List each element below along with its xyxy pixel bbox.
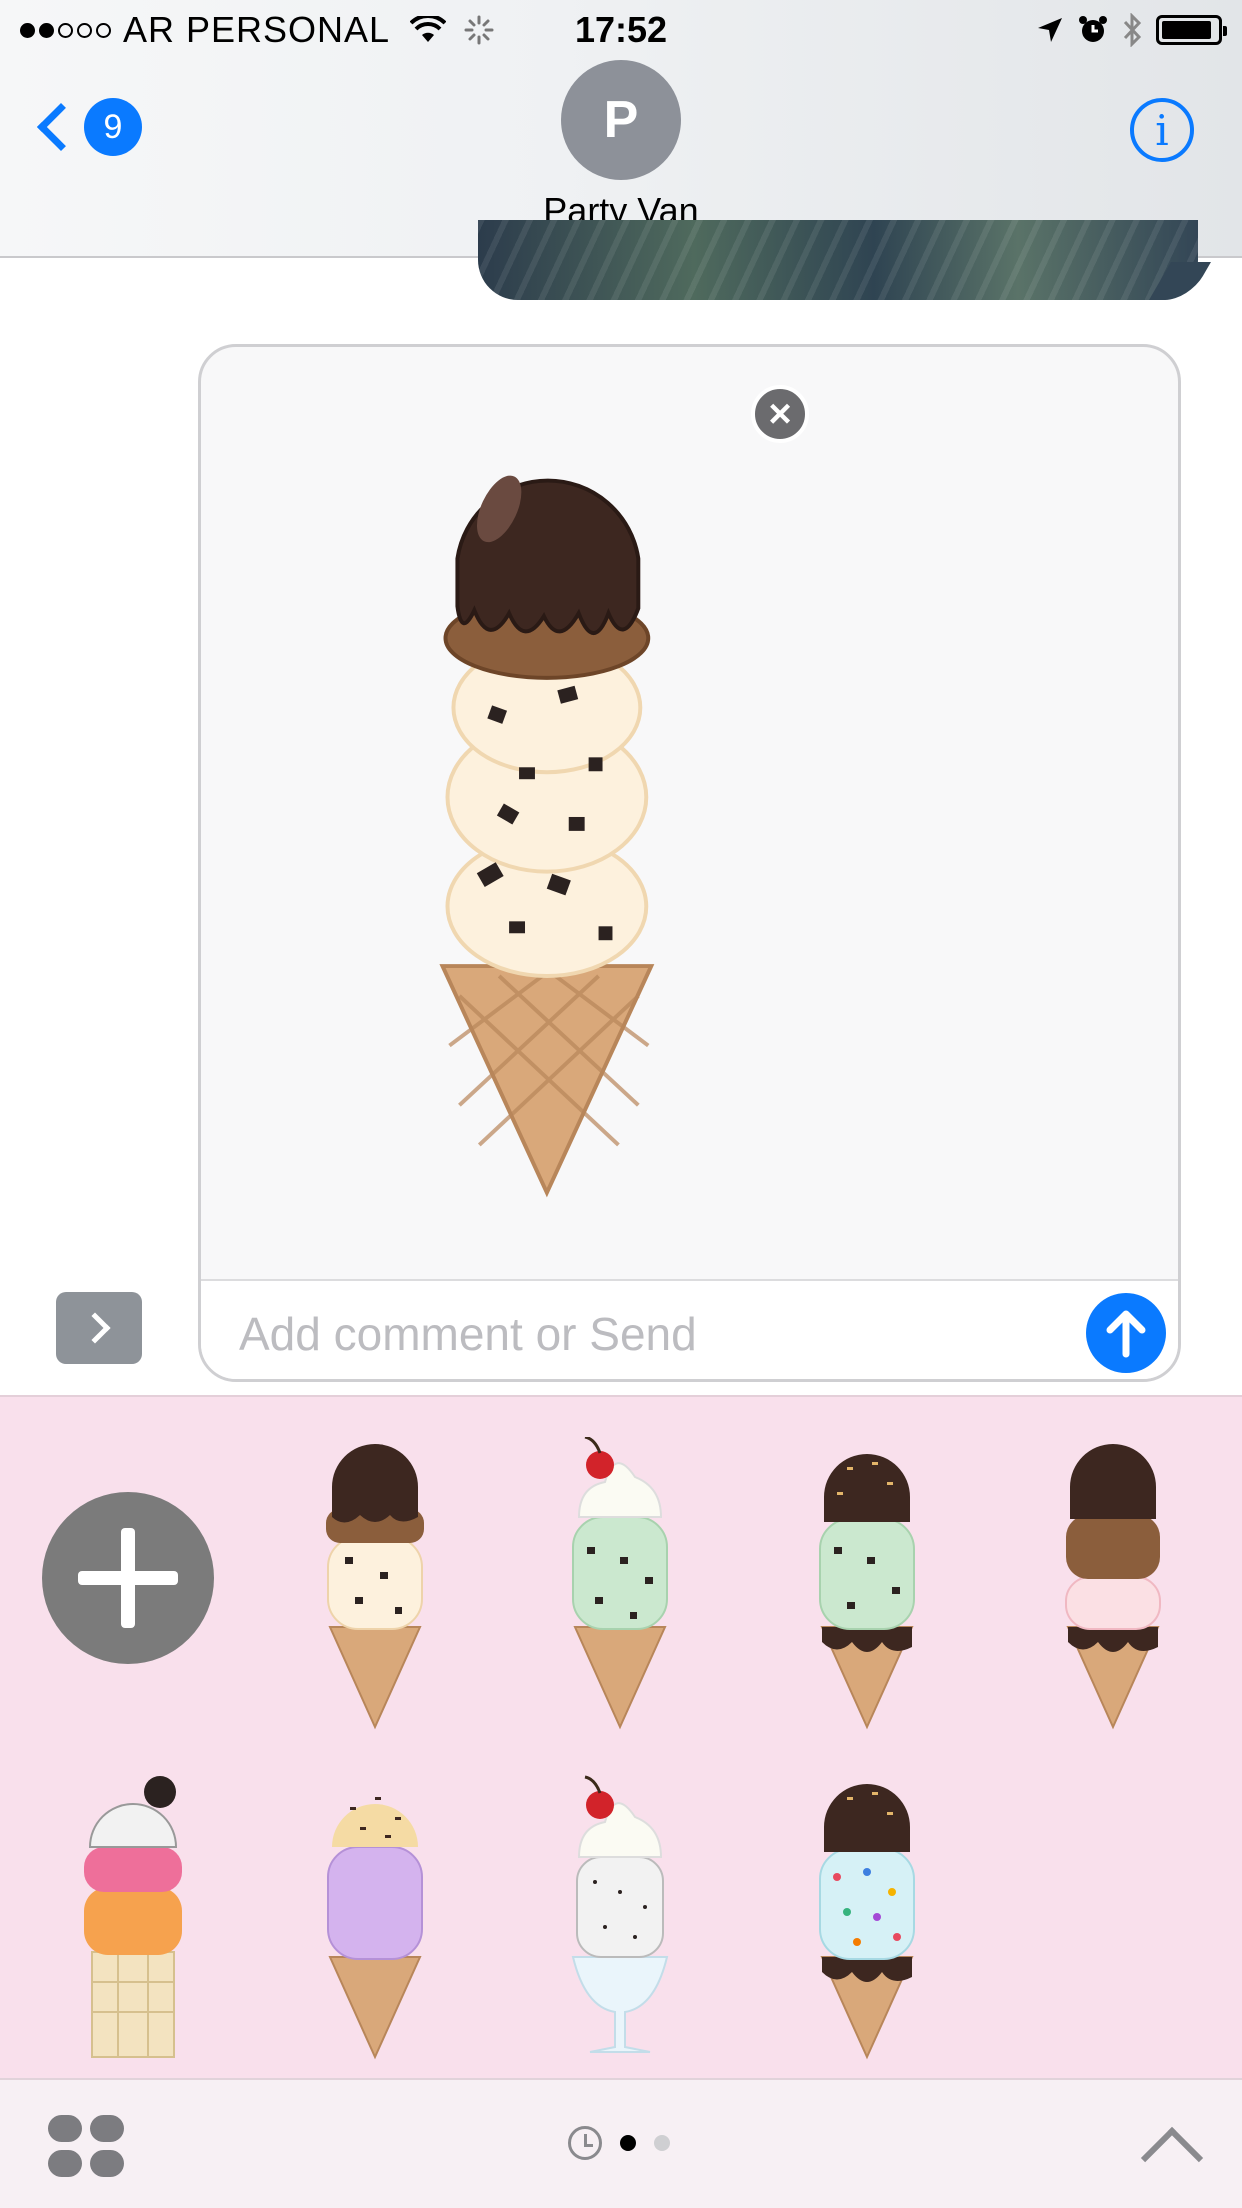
sticker-mint-sprinkle-cone[interactable] (812, 1437, 922, 1737)
send-button[interactable] (1086, 1293, 1166, 1373)
battery-icon (1156, 15, 1227, 45)
wifi-icon (410, 16, 447, 42)
location-icon (1038, 18, 1062, 42)
bluetooth-icon (1123, 13, 1142, 47)
chevron-left-icon (36, 102, 86, 152)
compose-input-row: Add comment or Send (201, 1279, 1178, 1379)
alarm-icon (1079, 16, 1107, 42)
recents-clock-icon[interactable] (568, 2126, 602, 2160)
contact-avatar[interactable]: P (561, 60, 681, 180)
signal-strength-icon (20, 22, 111, 38)
sticker-grape-sprinkle-cone[interactable] (320, 1767, 430, 2067)
page-dot[interactable] (620, 2135, 636, 2151)
chevron-up-icon[interactable] (1140, 2126, 1204, 2190)
page-dot[interactable] (654, 2135, 670, 2151)
sticker-cookies-cream-sundae[interactable] (565, 1767, 675, 2067)
selected-sticker-preview[interactable] (201, 347, 1178, 1279)
sticker-confetti-dip-cone[interactable] (812, 1767, 922, 2067)
app-drawer-toolbar (0, 2078, 1242, 2208)
sticker-strawberry-chocolate-cone[interactable] (1058, 1437, 1168, 1737)
chevron-right-icon (79, 1312, 111, 1344)
sticker-chocolate-chip-cone[interactable] (320, 1437, 430, 1737)
sticker-drawer (0, 1395, 1242, 2078)
compose-card: × Add comment or Send (198, 344, 1181, 1382)
back-button[interactable]: 9 (34, 98, 142, 156)
sticker-mint-cherry-cone[interactable] (565, 1437, 675, 1737)
sticker-cookies-cream-cake-cone[interactable] (78, 1767, 188, 2067)
map-message-bubble[interactable] (478, 220, 1198, 300)
remove-sticker-button[interactable]: × (751, 385, 809, 443)
clock: 17:52 (574, 9, 668, 50)
battery-level (1162, 21, 1211, 39)
page-indicator[interactable] (568, 2126, 670, 2160)
unread-count-badge: 9 (84, 98, 142, 156)
apps-toggle-button[interactable] (56, 1292, 142, 1364)
add-sticker-button[interactable] (42, 1492, 214, 1664)
status-bar: AR PERSONAL 17:52 (0, 0, 1242, 60)
app-grid-icon[interactable] (48, 2115, 124, 2177)
carrier-name: AR PERSONAL (123, 9, 391, 50)
info-button[interactable]: i (1130, 98, 1194, 162)
message-input[interactable]: Add comment or Send (239, 1307, 697, 1361)
arrow-up-icon (1106, 1310, 1146, 1358)
activity-spinner-icon (464, 15, 494, 45)
